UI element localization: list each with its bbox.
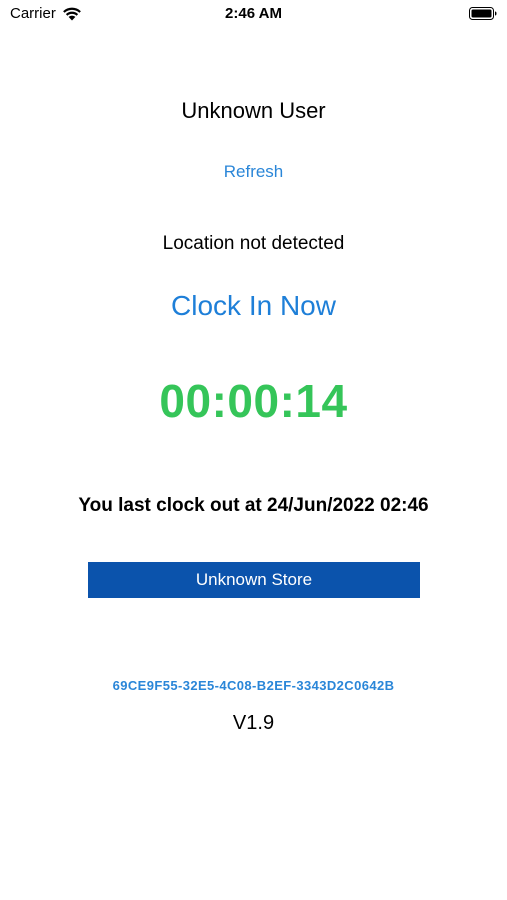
battery-icon bbox=[469, 7, 497, 20]
last-clock-out-text: You last clock out at 24/Jun/2022 02:46 bbox=[78, 495, 429, 516]
refresh-button[interactable]: Refresh bbox=[0, 162, 507, 182]
user-name: Unknown User bbox=[181, 98, 326, 123]
device-id: 69CE9F55-32E5-4C08-B2EF-3343D2C0642B bbox=[112, 678, 395, 693]
location-status: Location not detected bbox=[162, 233, 345, 254]
app-version: V1.9 bbox=[232, 712, 275, 734]
clock-in-button[interactable]: Clock In Now bbox=[0, 290, 507, 322]
status-bar: Carrier 2:46 AM bbox=[0, 0, 507, 28]
status-time: 2:46 AM bbox=[225, 5, 282, 22]
store-button[interactable]: Unknown Store bbox=[88, 562, 420, 598]
elapsed-timer: 00:00:14 bbox=[159, 375, 348, 427]
